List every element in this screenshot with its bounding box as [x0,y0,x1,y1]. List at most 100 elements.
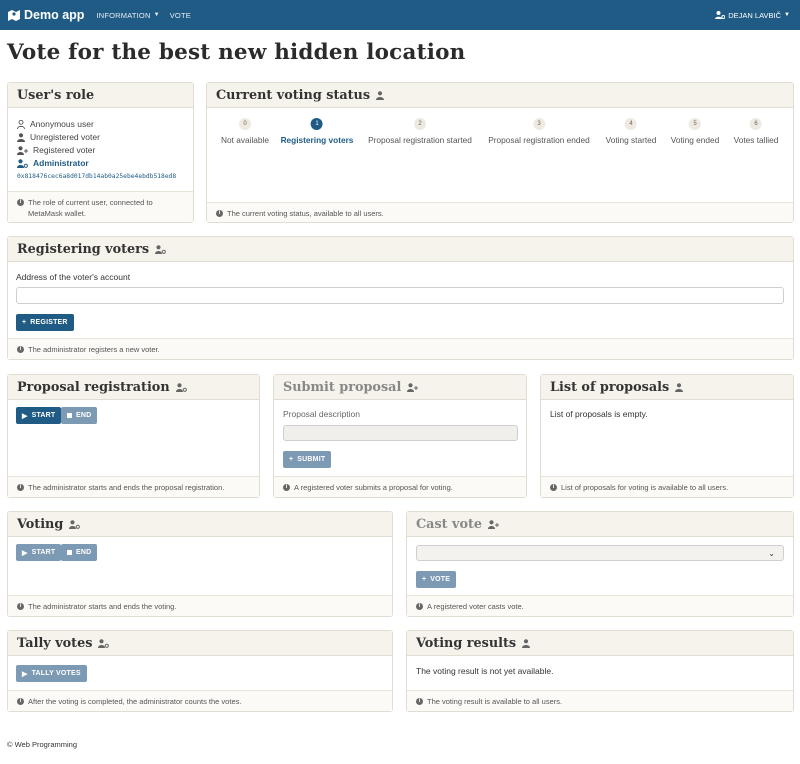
role-label: Anonymous user [30,119,94,129]
proposal-registration-card: Proposal registration i The administrato… [7,374,260,498]
submit-button[interactable]: + SUBMIT [283,451,332,468]
register-button[interactable]: + REGISTER [16,314,74,331]
stop-icon [67,550,72,555]
voting-title: Voting [17,516,64,532]
user-plus-icon [488,519,500,529]
results-footer: The voting result is available to all us… [427,697,563,706]
step-label: Voting ended [670,135,720,145]
info-icon: i [283,484,290,491]
plus-icon: + [289,456,294,463]
step-number: 5 [688,118,701,130]
tally-label: TALLY VOTES [31,670,81,677]
card-header: Proposal registration [8,375,259,400]
tally-votes-button[interactable]: ▶ TALLY VOTES [16,665,87,682]
proposal-registration-title: Proposal registration [17,379,170,395]
step-number: 3 [532,118,545,130]
status-step-4: 4 Voting started [606,118,656,145]
step-label: Registering voters [280,135,354,145]
caret-down-icon: ▼ [153,12,160,18]
navbar: Demo app INFORMATION ▼ VOTE DEJAN LAVBIČ… [0,0,800,30]
step-number: 0 [239,118,251,130]
end-label: END [76,549,92,556]
card-header: Voting results [407,631,793,656]
step-label: Proposal registration ended [488,135,590,145]
page-footer: © Web Programming [7,740,77,749]
voting-status-title: Current voting status [216,87,371,103]
play-icon: ▶ [22,549,28,557]
card-header: Current voting status [207,83,793,108]
play-icon: ▶ [22,670,28,678]
start-label: START [31,549,56,556]
card-header: Voting [8,512,392,537]
step-label: Not available [221,135,269,145]
tally-footer: After the voting is completed, the admin… [28,697,242,706]
step-label: Votes tallied [733,135,779,145]
step-label: Proposal registration started [368,135,472,145]
proposal-end-button[interactable]: END [61,407,98,424]
user-icon [17,132,25,142]
info-icon: i [17,199,24,206]
card-footer: i The current voting status, available t… [207,202,793,222]
step-number: 2 [413,118,426,130]
voting-status-footer: The current voting status, available to … [227,209,384,218]
voting-status-card: Current voting status i The current voti… [206,82,794,223]
step-number: 4 [625,118,637,130]
user-cog-icon [69,519,81,529]
registering-footer: The administrator registers a new voter. [28,345,160,354]
vote-button[interactable]: + VOTE [416,571,457,588]
voting-end-button[interactable]: END [61,544,98,561]
proposal-description-label: Proposal description [283,409,361,419]
user-cog-icon [98,638,110,648]
wallet-address: 0x818476cec6a8d017db14ab0a25ebe4ebdb518e… [17,173,177,180]
info-icon: i [17,346,24,353]
cast-vote-card: Cast vote i A registered voter casts vot… [406,511,794,617]
cast-vote-footer: A registered voter casts vote. [427,602,524,611]
caret-down-icon: ▼ [784,12,790,18]
user-cog-icon [175,382,187,392]
voting-card: Voting i The administrator starts and en… [7,511,393,617]
user-menu[interactable]: DEJAN LAVBIČ ▼ [715,0,790,30]
list-proposals-card: List of proposals i List of proposals fo… [540,374,794,498]
card-footer: i The role of current user, connected to… [8,191,193,222]
status-step-0: 0 Not available [221,118,269,145]
user-icon [376,90,385,100]
role-label: Registered voter [33,145,96,155]
start-label: START [31,412,56,419]
page-title: Vote for the best new hidden location [7,40,466,65]
voter-address-input[interactable] [16,287,784,304]
role-administrator: Administrator [17,158,89,168]
nav-information-label: INFORMATION [96,10,151,20]
user-icon [522,638,531,648]
voting-footer: The administrator starts and ends the vo… [28,602,177,611]
user-plus-icon [407,382,419,392]
plus-icon: + [22,319,27,326]
proposal-start-button[interactable]: ▶ START [16,407,62,424]
card-header: Cast vote [407,512,793,537]
brand-link[interactable]: Demo app [8,8,84,22]
user-cog-icon [17,158,28,168]
role-anonymous: Anonymous user [17,119,94,129]
role-label: Unregistered voter [30,132,100,142]
card-header: List of proposals [541,375,793,400]
status-step-2: 2 Proposal registration started [368,118,472,145]
info-icon: i [17,484,24,491]
brand-name: Demo app [24,8,85,22]
user-outline-icon [17,119,25,129]
end-label: END [76,412,92,419]
nav-vote-label: VOTE [169,10,191,20]
status-step-1: 1 Registering voters [280,118,354,145]
vote-label: VOTE [430,576,451,583]
nav-vote[interactable]: VOTE [170,11,191,20]
results-text: The voting result is not yet available. [416,666,554,676]
plus-icon: + [422,576,427,583]
nav-information-dropdown[interactable]: INFORMATION ▼ [96,11,159,20]
user-role-card: User's role Anonymous user Unregistered … [7,82,194,223]
card-footer: i A registered voter submits a proposal … [274,476,526,497]
user-cog-icon [715,11,726,19]
proposal-select[interactable]: ⌄ [416,545,784,561]
registering-title: Registering voters [17,241,150,257]
proposal-description-input[interactable] [283,425,518,441]
submit-label: SUBMIT [297,456,326,463]
voting-start-button[interactable]: ▶ START [16,544,62,561]
status-step-6: 6 Votes tallied [733,118,779,145]
